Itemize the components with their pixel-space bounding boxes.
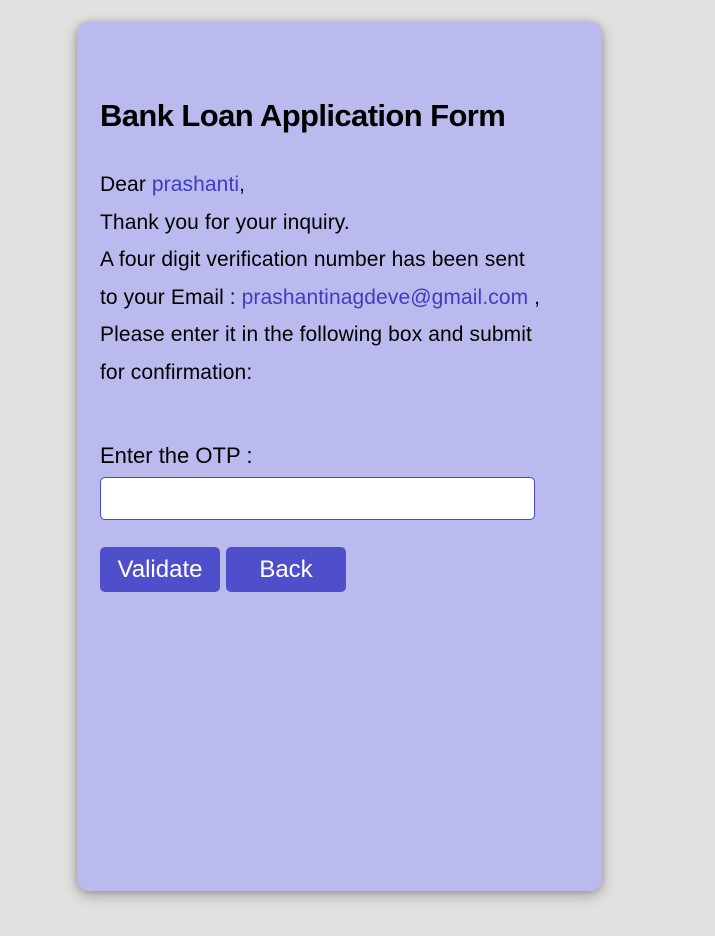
page-title: Bank Loan Application Form <box>100 98 506 133</box>
greeting-suffix: , <box>239 173 246 196</box>
thanks-line: Thank you for your inquiry. <box>100 210 350 234</box>
otp-label: Enter the OTP : <box>100 443 253 468</box>
user-name: prashanti <box>151 173 240 196</box>
validate-button[interactable]: Validate <box>100 547 220 592</box>
greeting-line: Dear prashanti, <box>100 166 590 204</box>
email-prefix: to your Email : <box>100 285 242 309</box>
user-email: prashantinagdeve@gmail.com <box>241 285 529 309</box>
email-line: to your Email : prashantinagdeve@gmail.c… <box>100 279 590 317</box>
greeting-prefix: Dear <box>100 173 152 196</box>
loan-form-card: Bank Loan Application Form Dear prashant… <box>77 22 602 891</box>
email-suffix: , <box>528 285 541 309</box>
verification-message: Dear prashanti, Thank you for your inqui… <box>100 166 590 392</box>
otp-input[interactable] <box>100 477 535 520</box>
instruction-line-2: for confirmation: <box>100 360 253 384</box>
instruction-line-1: Please enter it in the following box and… <box>100 323 532 347</box>
back-button[interactable]: Back <box>226 547 346 592</box>
verification-line: A four digit verification number has bee… <box>100 248 525 272</box>
